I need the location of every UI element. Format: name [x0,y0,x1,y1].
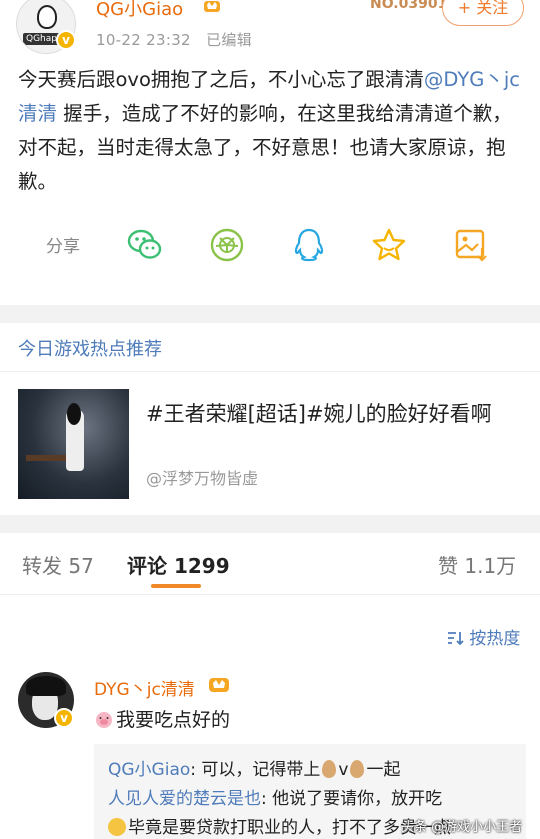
post-timestamp: 10-22 23:32 已编辑 [96,29,252,50]
thumbnail-table [26,455,66,461]
egg-emoji-icon [322,760,337,778]
reply-username[interactable]: 人见人爱的楚云是也 [108,789,261,809]
section-separator [0,515,540,533]
comment-text: 我要吃点好的 [94,705,230,732]
post-header: QGhappy v QG小Giao NO.039012 + 关注 10-22 2… [0,0,540,60]
share-label: 分享 [46,237,80,257]
member-crown-icon [204,1,220,12]
hot-headline[interactable]: #王者荣耀[超话]#婉儿的脸好好看啊 [146,399,526,429]
reply-text: v [338,760,349,780]
verified-badge-icon: v [56,30,76,50]
reply-item: 人见人爱的楚云是也: 他说了要请你，放开吃 [108,785,512,814]
poster-username[interactable]: QG小Giao [96,0,183,21]
post-body-text-b: 握手，造成了不好的影响，在这里我给清清道个歉，对不起，当时走得太急了，不好意思！… [18,102,512,193]
comment-text-content: 我要吃点好的 [116,709,231,731]
section-separator [0,305,540,323]
sort-by-hot-button[interactable]: 按热度 [446,624,520,649]
interaction-tabs: 转发 57 评论 1299 赞 1.1万 [0,532,540,594]
reply-username[interactable]: QG小Giao [108,760,190,780]
tab-repost[interactable]: 转发 57 [22,550,94,579]
member-crown-icon [209,678,229,692]
post-body-text-a: 今天赛后跟ovo拥抱了之后，不小心忘了跟清清 [18,68,424,91]
reply-item: QG小Giao: 可以，记得带上 v 一起 [108,756,512,785]
timestamp-text: 10-22 23:32 [96,31,191,49]
divider [0,594,540,595]
save-image-icon[interactable] [452,226,490,264]
follow-button[interactable]: + 关注 [442,0,524,26]
reply-text: : 可以，记得带上 [190,760,321,780]
reply-text: 一起 [366,760,401,780]
divider [0,371,540,372]
favorite-star-icon[interactable] [370,226,408,264]
avatar-face [37,5,57,29]
share-row: 分享 [0,222,540,268]
tab-likes[interactable]: 赞 1.1万 [438,550,516,579]
thumbnail-figure-hair [67,403,81,425]
verified-badge-icon: v [54,708,74,728]
hot-source[interactable]: @浮梦万物皆虚 [146,465,258,489]
active-tab-underline [151,584,201,588]
hot-section-title[interactable]: 今日游戏热点推荐 [18,335,162,361]
post-body: 今天赛后跟ovo拥抱了之后，不小心忘了跟清清@DYG丶jc清清 握手，造成了不好… [18,63,524,199]
edited-label: 已编辑 [206,31,253,49]
tab-comments[interactable]: 评论 1299 [127,550,230,579]
egg-emoji-icon [350,760,365,778]
wechat-icon[interactable] [126,226,164,264]
sort-label: 按热度 [469,629,521,649]
moments-icon[interactable] [208,226,246,264]
qq-icon[interactable] [290,226,328,264]
watermark: 头条 @游戏小小王者 [401,820,523,835]
face-emoji-icon [108,818,126,836]
sort-icon [448,632,464,646]
hot-thumbnail[interactable] [18,389,129,499]
commenter-username[interactable]: DYG丶jc清清 [94,675,195,700]
reply-text: : 他说了要请你，放开吃 [261,789,443,809]
avatar-hair [26,676,66,696]
pig-emoji-icon [96,712,112,728]
